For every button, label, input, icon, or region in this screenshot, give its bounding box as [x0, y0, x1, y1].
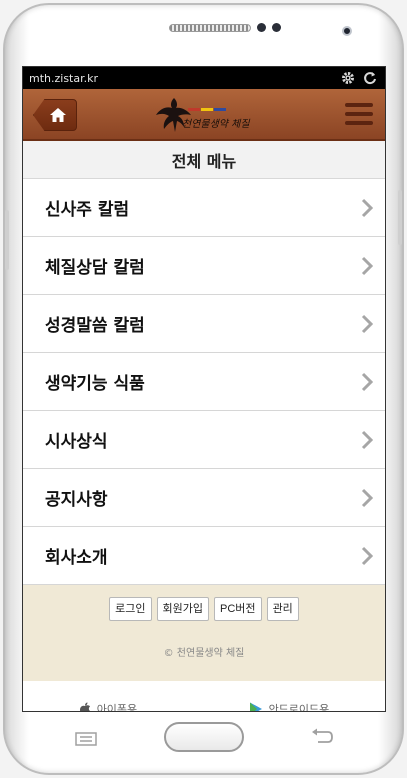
hamburger-icon — [345, 103, 373, 107]
chevron-right-icon — [361, 314, 373, 333]
menu-title: 전체 메뉴 — [23, 141, 385, 179]
menu-item-constitution-column[interactable]: 체질상담 칼럼 — [23, 237, 385, 295]
menu-item-bible-column[interactable]: 성경말씀 칼럼 — [23, 295, 385, 353]
android-app-link[interactable]: 안드로이드용 — [249, 701, 330, 712]
menu-item-current-affairs[interactable]: 시사상식 — [23, 411, 385, 469]
recent-apps-key-icon[interactable] — [75, 732, 97, 746]
apple-icon — [79, 702, 90, 711]
footer: 로그인 회원가입 PC버전 관리 © 천연물생약 체질 — [23, 585, 385, 681]
url-text: mth.zistar.kr — [29, 71, 99, 85]
copyright-text: © 천연물생약 체질 — [163, 648, 245, 659]
chevron-right-icon — [361, 430, 373, 449]
proximity-sensor — [257, 23, 266, 32]
volume-button — [5, 210, 9, 270]
menu-list: 신사주 칼럼 체질상담 칼럼 성경말씀 칼럼 생약기능 식품 시사상식 공지사항… — [23, 179, 385, 585]
iphone-app-label: 아이폰용 — [96, 703, 138, 712]
app-header: 천연물생약 체질 — [23, 89, 385, 141]
site-logo[interactable]: 천연물생약 체질 — [154, 95, 258, 135]
home-icon — [50, 108, 66, 122]
menu-item-label: 회사소개 — [45, 548, 108, 568]
light-sensor — [272, 23, 281, 32]
hamburger-menu-button[interactable] — [345, 103, 373, 125]
status-bar: mth.zistar.kr — [23, 67, 385, 89]
chevron-right-icon — [361, 488, 373, 507]
menu-item-label: 신사주 칼럼 — [45, 200, 130, 220]
pc-version-button[interactable]: PC버전 — [214, 597, 262, 621]
chevron-right-icon — [361, 256, 373, 275]
chevron-right-icon — [361, 198, 373, 217]
admin-button[interactable]: 관리 — [266, 597, 299, 621]
menu-item-label: 시사상식 — [45, 432, 108, 452]
chevron-right-icon — [361, 372, 373, 391]
iphone-app-link[interactable]: 아이폰용 — [79, 701, 138, 712]
back-key-icon[interactable] — [310, 728, 334, 746]
phone-screen: mth.zistar.kr 천연물생약 체질 전체 메뉴 신사주 칼럼 체질상담… — [22, 66, 386, 712]
android-app-label: 안드로이드용 — [268, 703, 330, 712]
logo-stripes — [188, 108, 226, 111]
front-camera — [342, 26, 352, 36]
play-store-icon — [249, 702, 262, 711]
menu-item-label: 공지사항 — [45, 490, 108, 510]
gear-icon[interactable] — [341, 71, 355, 85]
signup-button[interactable]: 회원가입 — [156, 597, 210, 621]
hardware-home-button[interactable] — [164, 722, 244, 752]
menu-item-company-intro[interactable]: 회사소개 — [23, 527, 385, 585]
home-button[interactable] — [33, 99, 77, 131]
menu-item-label: 체질상담 칼럼 — [45, 258, 145, 278]
menu-item-sinsaju-column[interactable]: 신사주 칼럼 — [23, 179, 385, 237]
refresh-icon[interactable] — [363, 71, 377, 85]
menu-item-label: 생약기능 식품 — [45, 374, 145, 394]
menu-item-notices[interactable]: 공지사항 — [23, 469, 385, 527]
earpiece-speaker — [169, 24, 251, 32]
chevron-right-icon — [361, 546, 373, 565]
login-button[interactable]: 로그인 — [109, 597, 152, 621]
logo-text: 천연물생약 체질 — [182, 119, 250, 130]
app-download-bar: 아이폰용 안드로이드용 — [23, 681, 385, 712]
footer-links: 로그인 회원가입 PC버전 관리 — [23, 597, 385, 621]
menu-item-herbal-food[interactable]: 생약기능 식품 — [23, 353, 385, 411]
menu-item-label: 성경말씀 칼럼 — [45, 316, 145, 336]
power-button — [398, 190, 402, 245]
